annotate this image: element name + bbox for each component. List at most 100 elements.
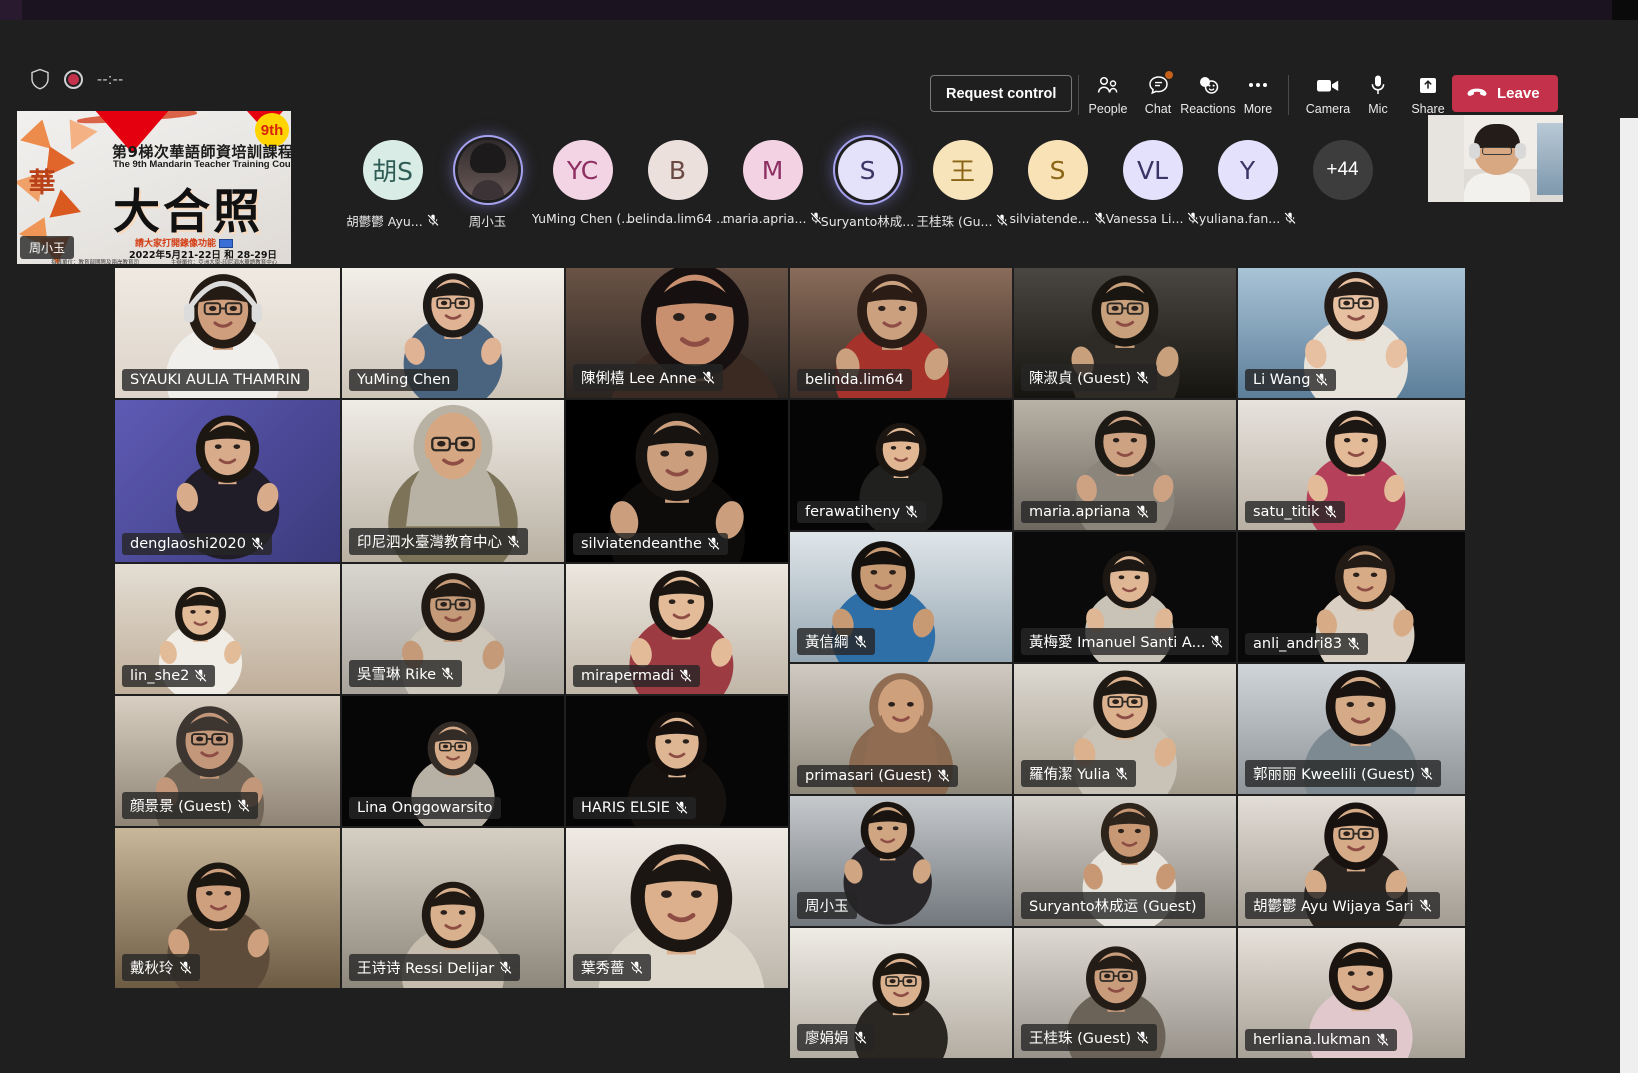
reactions-label: Reactions [1180,102,1236,116]
request-control-button[interactable]: Request control [930,75,1073,112]
participant-name-label: lin_she2 [122,665,216,687]
video-tile[interactable]: 葉秀薔 [566,828,788,988]
video-tile[interactable]: 顔景景 (Guest) [115,696,340,826]
muted-mic-icon [195,669,207,682]
video-tile[interactable]: Suryanto林成运 (Guest) [1014,796,1236,926]
video-tile[interactable]: 羅侑潔 Yulia [1014,664,1236,794]
muted-mic-icon [707,537,720,550]
avatar: VL [1122,140,1183,200]
video-tile[interactable]: 王诗诗 Ressi Delijar [342,828,564,988]
roster-name: belinda.lim64 ... [627,211,728,226]
video-tile[interactable]: anli_andri83 [1238,532,1465,662]
muted-mic-icon [1376,1033,1388,1046]
avatar: B [647,140,708,200]
video-tile[interactable]: silviatendeanthe [566,400,788,562]
video-tile[interactable]: YuMing Chen [342,268,564,398]
roster-avatar-2[interactable]: YC YuMing Chen (... [532,140,633,250]
chat-button[interactable]: Chat [1133,71,1183,116]
video-tile[interactable]: 廖娟娟 [790,928,1012,1058]
people-icon [1097,72,1119,98]
roster-avatar-5[interactable]: S Suryanto林成... [820,140,915,250]
presenter-name-badge: 周小玉 [20,236,75,259]
video-tile[interactable]: 陳淑貞 (Guest) [1014,268,1236,398]
participant-name-label: 戴秋玲 [122,954,200,981]
video-tile[interactable]: 黃信綱 [790,532,1012,662]
participant-name-label: 陳淑貞 (Guest) [1021,364,1158,391]
video-tile[interactable]: Li Wang [1238,268,1465,398]
video-tile[interactable]: 吳雪琳 Rike [342,564,564,694]
video-tile[interactable]: belinda.lim64 [790,268,1012,398]
video-tile[interactable]: SYAUKI AULIA THAMRIN [115,268,340,398]
participant-name-text: maria.apriana [1029,504,1131,520]
participant-name-text: HARIS ELSIE [581,800,670,816]
video-tile[interactable]: denglaoshi2020 [115,400,340,562]
mic-label: Mic [1368,102,1388,116]
video-tile[interactable]: herliana.lukman [1238,928,1465,1058]
roster-avatar-1[interactable]: 周小玉 [440,140,535,250]
video-tile[interactable]: 王桂珠 (Guest) [1014,928,1236,1058]
video-tile[interactable]: 周小玉 [790,796,1012,926]
participant-name-text: 吳雪琳 Rike [357,667,437,683]
roster-name-text: yuliana.fan... [1198,211,1281,226]
participant-name-text: SYAUKI AULIA THAMRIN [130,372,301,388]
roster-name-text: 王桂珠 (Gu... [916,214,993,229]
video-tile[interactable]: HARIS ELSIE [566,696,788,826]
participant-name-text: lin_she2 [130,668,190,684]
video-tile[interactable]: primasari (Guest) [790,664,1012,794]
avatar-initials: VL [1136,155,1169,185]
video-tile[interactable]: 戴秋玲 [115,828,340,988]
muted-mic-icon [675,801,688,814]
roster-name: yuliana.fan... [1199,211,1296,226]
roster-avatar-4[interactable]: Mmaria.apria... [723,140,822,250]
muted-mic-icon [1211,635,1223,648]
participant-name-text: 王诗诗 Ressi Delijar [357,961,495,977]
muted-mic-icon [702,371,714,384]
participant-name-label: Suryanto林成运 (Guest) [1021,892,1205,919]
video-tile[interactable]: ferawatiheny [790,400,1012,530]
video-tile[interactable]: satu_titik [1238,400,1465,530]
roster-avatar-8[interactable]: VL Vanessa Li... [1105,140,1200,250]
roster-name-text: silviatende... [1009,211,1090,226]
share-button[interactable]: Share [1403,72,1453,116]
roster-avatar-photo [457,140,518,200]
roster-avatar-0[interactable]: 胡S 胡鬱鬱 Ayu... [345,140,440,250]
muted-mic-icon [427,214,439,226]
muted-mic-icon [997,214,1008,226]
slide-footer-right: 主辦單位：亞洲大學-印尼泗水華語教育中心 [170,260,278,264]
muted-mic-icon [854,1031,866,1044]
self-view-video[interactable] [1428,115,1563,202]
more-button[interactable]: More [1233,72,1283,116]
video-tile[interactable]: 郭丽丽 Kweelili (Guest) [1238,664,1465,794]
video-tile[interactable]: 胡鬱鬱 Ayu Wijaya Sari [1238,796,1465,926]
participant-name-label: 王桂珠 (Guest) [1021,1024,1158,1051]
video-tile[interactable]: lin_she2 [115,564,340,694]
ellipsis-icon [1246,72,1270,98]
video-tile[interactable]: maria.apriana [1014,400,1236,530]
avatar: S [1027,140,1088,200]
mic-button[interactable]: Mic [1353,72,1403,116]
leave-button[interactable]: Leave [1452,75,1558,112]
roster-overflow-button[interactable]: +44 [1295,140,1390,250]
page-scrollbar[interactable] [1620,20,1638,1073]
participant-roster-strip: 胡S 胡鬱鬱 Ayu... 周小玉 YC YuMing Chen (... Bbelind… [345,140,1390,250]
video-tile[interactable]: 陳俐橲 Lee Anne [566,268,788,398]
video-tile[interactable]: mirapermadi [566,564,788,694]
chat-unread-badge [1165,71,1173,79]
participant-name-label: 廖娟娟 [797,1024,875,1051]
video-tile[interactable]: 黃梅愛 Imanuel Santi A... [1014,532,1236,662]
shared-screen-thumbnail[interactable]: 華 9th 第9梯次華語師資培訓課程 The 9th Mandarin Teac… [17,111,291,264]
video-tile[interactable]: 印尼泗水臺灣教育中心 [342,400,564,562]
roster-avatar-3[interactable]: Bbelinda.lim64 ... [627,140,728,250]
participant-name-text: 陳淑貞 (Guest) [1029,371,1132,387]
people-button[interactable]: People [1083,72,1133,116]
camera-button[interactable]: Camera [1303,72,1353,116]
muted-mic-icon [1136,1031,1149,1044]
video-tile[interactable]: Lina Onggowarsito [342,696,564,826]
muted-mic-icon [1325,505,1337,518]
slide-footer-left: 指導單位：教育部國際及兩岸教育司 [51,260,140,264]
muted-mic-icon [1316,373,1328,386]
roster-avatar-9[interactable]: Yyuliana.fan... [1199,140,1296,250]
roster-avatar-6[interactable]: 王王桂珠 (Gu... [915,140,1010,250]
roster-avatar-7[interactable]: Ssilviatende... [1009,140,1105,250]
reactions-button[interactable]: Reactions [1180,72,1236,116]
